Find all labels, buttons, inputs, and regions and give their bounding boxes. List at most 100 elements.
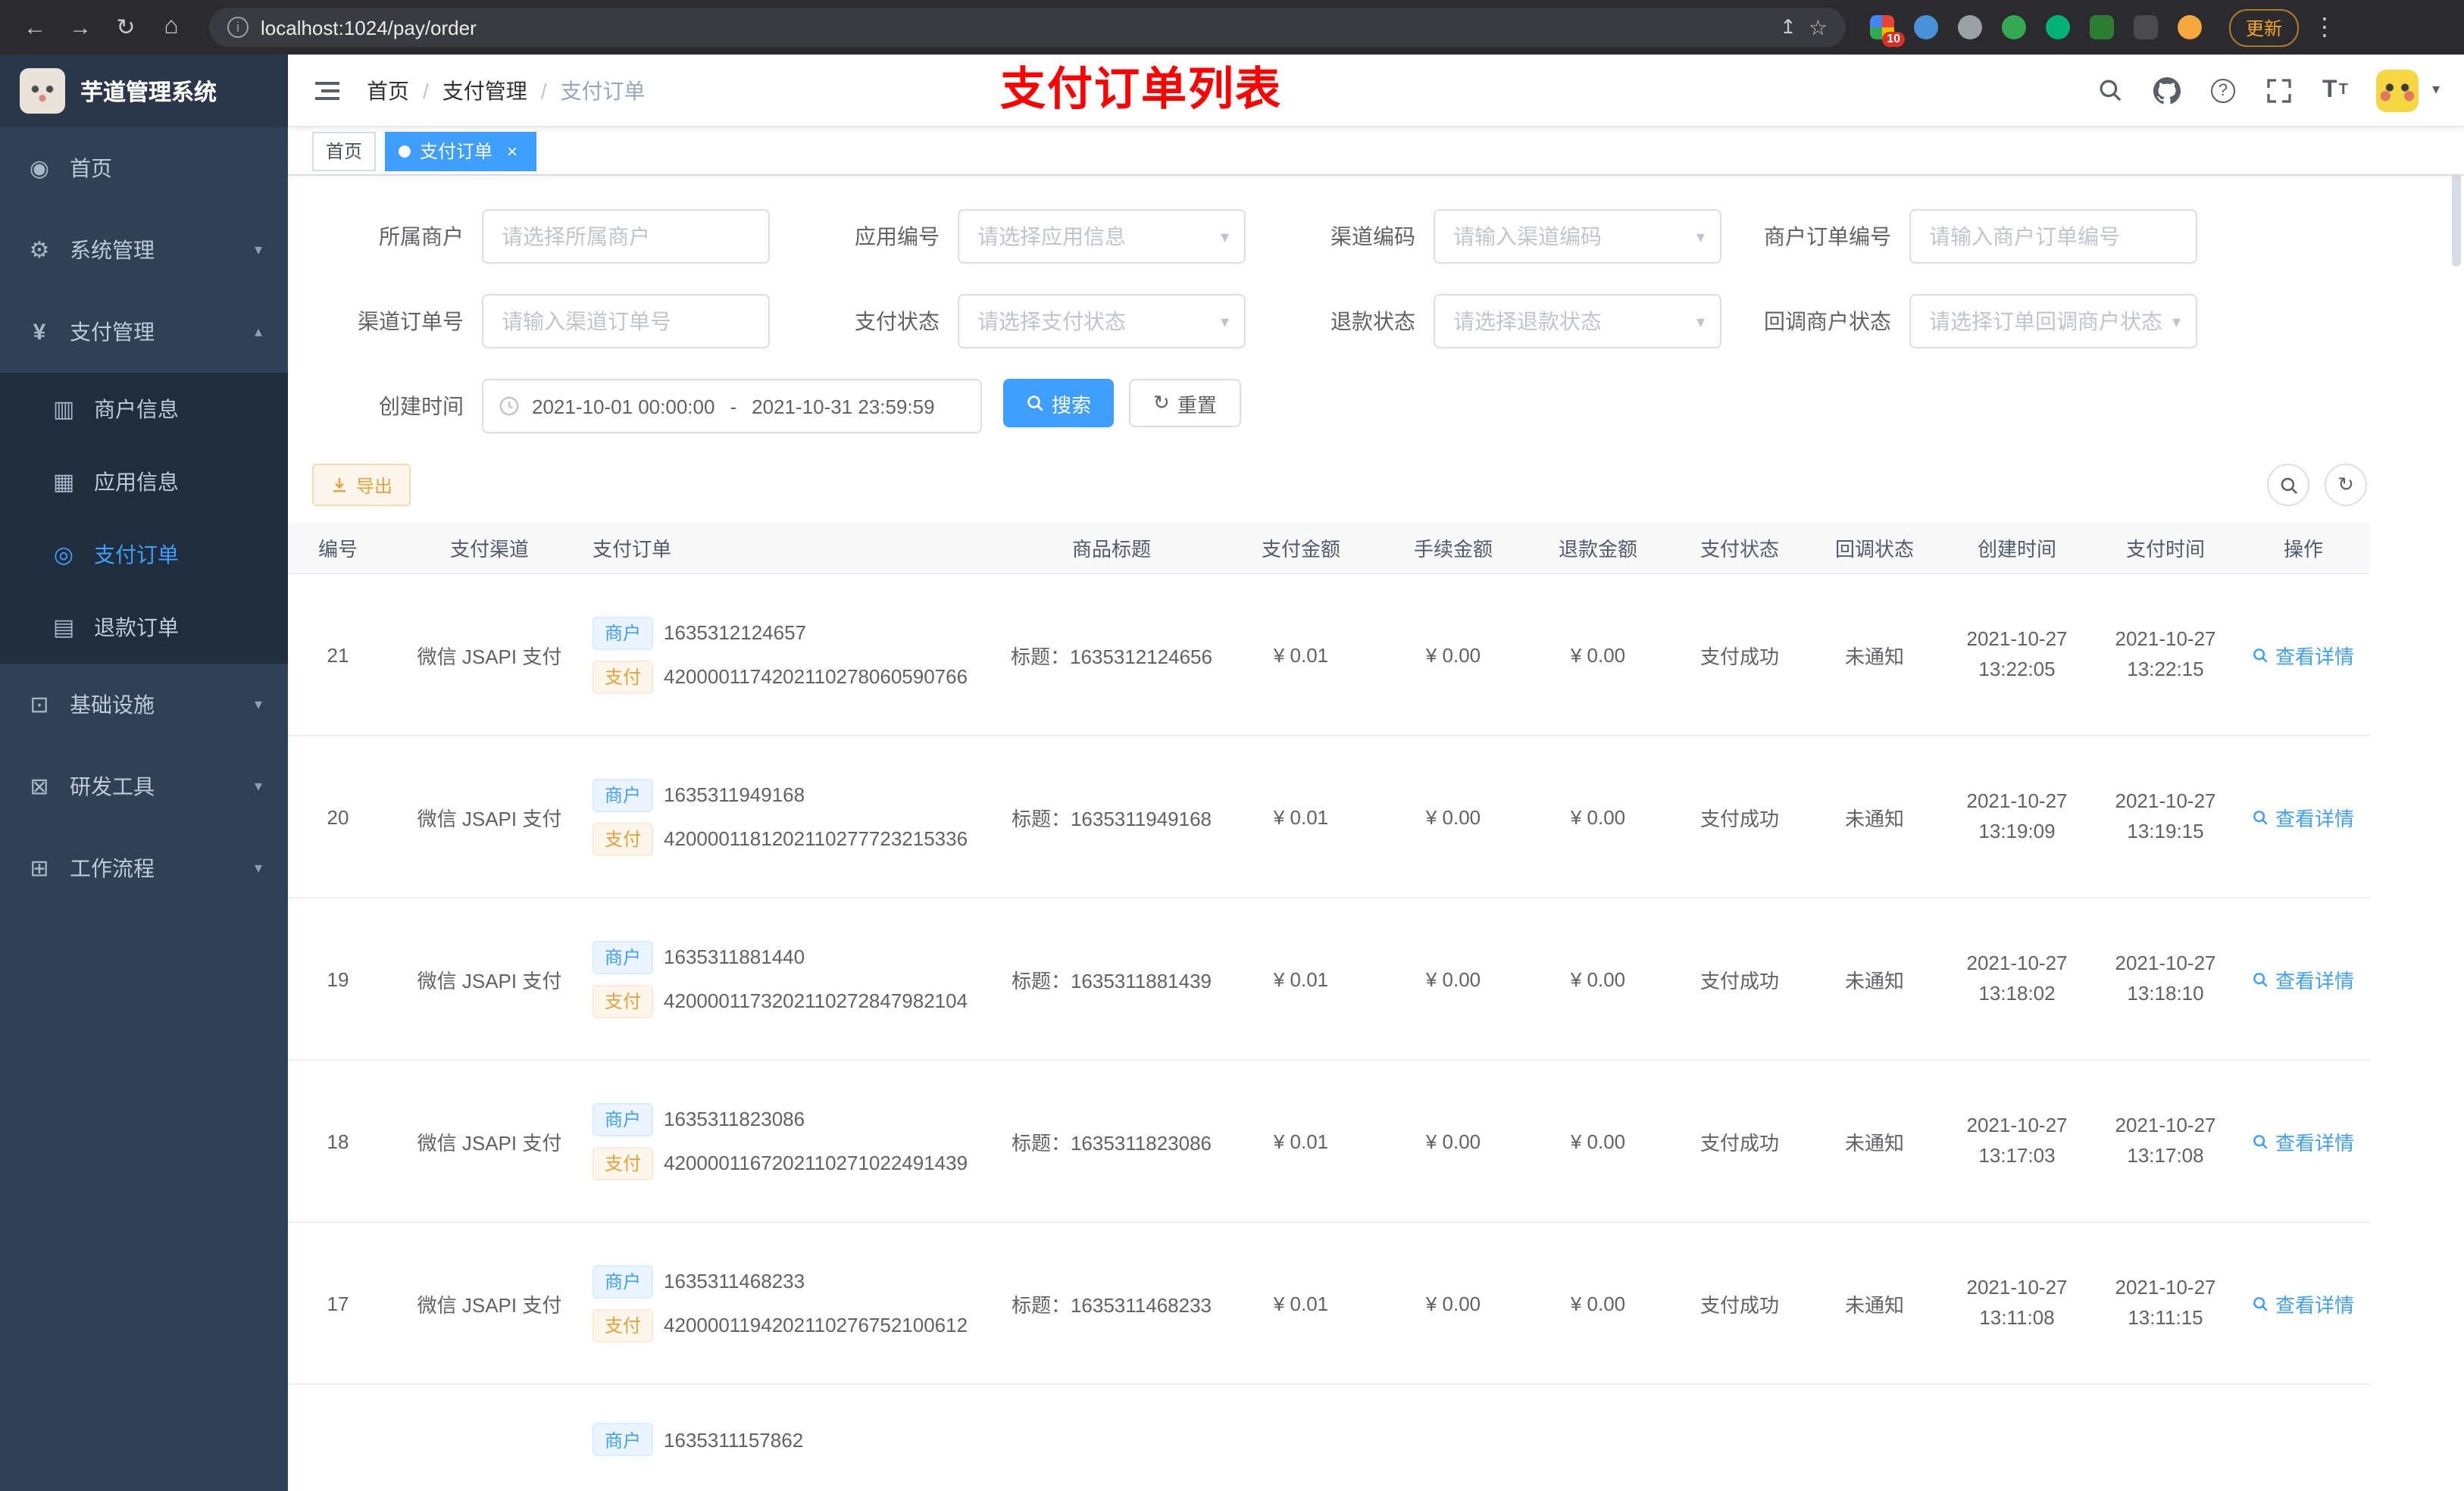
monitor-icon (26, 691, 53, 718)
view-detail-link[interactable]: 查看详情 (2253, 964, 2354, 993)
extension-icon-1[interactable]: 10 (1870, 15, 1905, 47)
help-icon[interactable] (2208, 75, 2238, 105)
search-button[interactable]: 搜索 (1003, 379, 1115, 427)
fullscreen-icon[interactable] (2264, 75, 2294, 105)
red-annotation-title: 支付订单列表 (1000, 65, 1282, 115)
extension-icon-7[interactable] (2134, 15, 2158, 39)
create-time-range-picker[interactable]: 2021-10-01 00:00:00 - 2021-10-31 23:59:5… (482, 379, 982, 433)
view-detail-link[interactable]: 查看详情 (2253, 1289, 2354, 1318)
channel-code-select[interactable]: 请输入渠道编码 (1434, 209, 1721, 264)
breadcrumb-payment[interactable]: 支付管理 (442, 75, 527, 105)
search-icon (2254, 810, 2269, 824)
grid-icon (50, 468, 77, 495)
search-icon (2280, 477, 2297, 493)
table-toolbar (2267, 464, 2367, 506)
breadcrumb-home[interactable]: 首页 (367, 75, 409, 105)
view-detail-link[interactable]: 查看详情 (2253, 640, 2354, 669)
close-icon[interactable] (502, 140, 523, 161)
site-info-icon[interactable] (227, 17, 249, 38)
search-icon (1027, 395, 1043, 411)
page-content: 所属商户 应用编号 请选择应用信息 渠道编码 请输入渠道编码 (288, 176, 2464, 1491)
table-row: 20 微信 JSAPI 支付 商户 1635311949168 支付 4200001… (288, 736, 2370, 899)
merchant-tag: 商户 (593, 1102, 654, 1136)
chevron-down-icon (255, 778, 262, 795)
browser-update-button[interactable]: 更新 (2229, 8, 2300, 46)
search-icon (2254, 1296, 2269, 1311)
tab-home[interactable]: 首页 (312, 131, 377, 170)
address-bar[interactable]: localhost:1024/pay/order (209, 8, 1846, 47)
browser-forward-icon[interactable] (61, 8, 100, 47)
browser-menu-icon[interactable] (2305, 8, 2344, 47)
table-header: 编号 支付渠道 支付订单 商品标题 支付金额 手续金额 退款金额 支付状态 回调… (288, 523, 2370, 574)
toolbar-refresh-button[interactable] (2325, 464, 2367, 506)
export-button[interactable]: 导出 (312, 464, 411, 506)
tab-pay-order[interactable]: 支付订单 (385, 131, 537, 170)
tools-icon (26, 773, 53, 800)
pay-tag: 支付 (593, 984, 654, 1017)
sidebar-item-dev-tools[interactable]: 研发工具 (0, 746, 288, 827)
breadcrumb: 首页 / 支付管理 / 支付订单 (367, 75, 646, 105)
sidebar-item-infrastructure[interactable]: 基础设施 (0, 664, 288, 746)
share-icon[interactable] (1780, 15, 1796, 39)
gear-icon (26, 236, 53, 264)
channel-order-no-input[interactable] (482, 294, 770, 349)
table-row: 19 微信 JSAPI 支付 商户 1635311881440 支付 4200001… (288, 899, 2370, 1061)
chevron-down-icon (1696, 311, 1705, 331)
search-icon (2254, 972, 2269, 986)
filter-label-merchant: 所属商户 (379, 224, 464, 248)
merchant-tag: 商户 (593, 778, 654, 811)
merchant-tag: 商户 (593, 1264, 654, 1298)
chevron-down-icon (255, 860, 262, 877)
merchant-order-no-input[interactable] (1909, 209, 2197, 264)
sidebar-item-pay-order[interactable]: 支付订单 (0, 518, 288, 591)
github-icon[interactable] (2152, 75, 2182, 105)
sidebar-item-home[interactable]: 首页 (0, 127, 288, 209)
sidebar-item-refund-order[interactable]: 退款订单 (0, 591, 288, 664)
font-size-icon[interactable] (2320, 75, 2350, 105)
extension-icon-3[interactable] (1958, 15, 1982, 39)
table-row: 17 微信 JSAPI 支付 商户 1635311468233 支付 4200001… (288, 1223, 2370, 1385)
merchant-tag: 商户 (593, 940, 654, 974)
extension-icon-6[interactable] (2090, 15, 2114, 39)
table-row: 21 微信 JSAPI 支付 商户 1635312124657 支付 4200001… (288, 574, 2370, 736)
hamburger-icon[interactable] (312, 75, 342, 105)
browser-back-icon[interactable] (15, 8, 55, 47)
avatar[interactable] (2375, 69, 2419, 111)
bookmark-star-icon[interactable] (1809, 14, 1828, 40)
pay-tag: 支付 (593, 1146, 654, 1180)
filter-label-refund-status: 退款状态 (1330, 309, 1415, 333)
sidebar-item-system[interactable]: 系统管理 (0, 209, 288, 291)
extension-icon-2[interactable] (1914, 15, 1938, 39)
extension-icon-8[interactable] (2178, 15, 2202, 39)
sidebar-item-app-info[interactable]: 应用信息 (0, 445, 288, 518)
screen: localhost:1024/pay/order 10 更新 芋道管理系统 (0, 0, 2464, 1491)
clock-icon (499, 396, 519, 416)
sidebar-item-payment[interactable]: 支付管理 (0, 291, 288, 373)
orders-table: 编号 支付渠道 支付订单 商品标题 支付金额 手续金额 退款金额 支付状态 回调… (288, 523, 2370, 1491)
bank-card-icon (50, 395, 77, 423)
chevron-down-icon (1221, 311, 1229, 331)
pay-status-select[interactable]: 请选择支付状态 (958, 294, 1246, 349)
view-detail-link[interactable]: 查看详情 (2253, 1127, 2354, 1155)
search-icon[interactable] (2096, 75, 2126, 105)
refund-status-select[interactable]: 请选择退款状态 (1434, 294, 1721, 349)
chevron-up-icon (255, 324, 262, 340)
app-no-select[interactable]: 请选择应用信息 (958, 209, 1246, 264)
toolbar-search-button[interactable] (2267, 464, 2309, 506)
extension-icon-5[interactable] (2046, 15, 2070, 39)
logo-avatar (20, 68, 65, 114)
avatar-caret-icon[interactable] (2432, 82, 2440, 98)
pay-tag: 支付 (593, 1308, 654, 1342)
view-detail-link[interactable]: 查看详情 (2253, 802, 2354, 831)
reset-button[interactable]: 重置 (1129, 379, 1241, 427)
notify-status-select[interactable]: 请选择订单回调商户状态 (1909, 294, 2197, 349)
merchant-input[interactable] (482, 209, 770, 264)
sidebar-item-merchant-info[interactable]: 商户信息 (0, 373, 288, 445)
browser-home-icon[interactable] (152, 8, 191, 47)
sidebar-item-workflow[interactable]: 工作流程 (0, 827, 288, 909)
sidebar: 芋道管理系统 首页 系统管理 支付管理 商户信息 (0, 55, 288, 1491)
breadcrumb-current: 支付订单 (560, 78, 646, 102)
browser-reload-icon[interactable] (106, 8, 145, 47)
app-logo[interactable]: 芋道管理系统 (0, 55, 288, 127)
extension-icon-4[interactable] (2002, 15, 2026, 39)
